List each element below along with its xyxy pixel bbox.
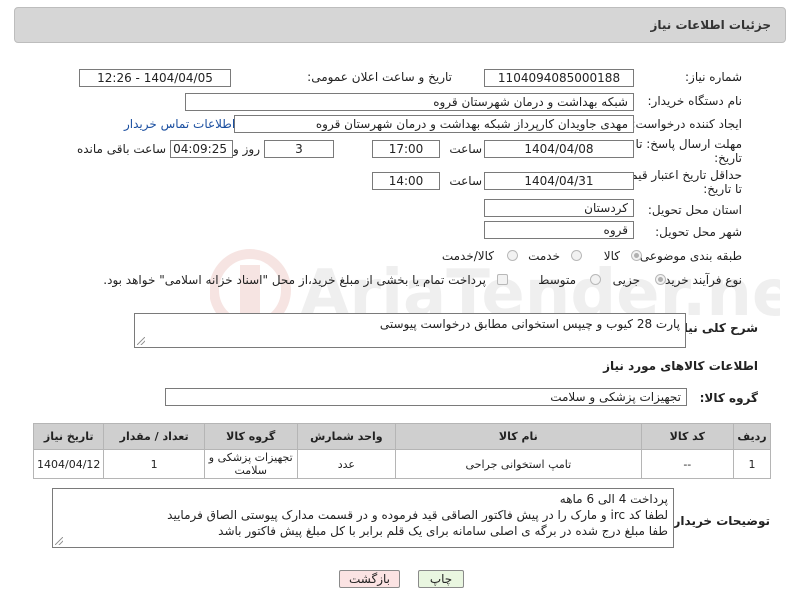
buyer-org-label: نام دستگاه خریدار:: [647, 94, 743, 108]
city-label: شهر محل تحویل:: [655, 225, 742, 239]
cell-row-number: 1: [733, 449, 771, 479]
cell-goods-code: --: [640, 449, 735, 479]
province-field: کردستان: [484, 199, 634, 217]
cell-unit: عدد: [296, 449, 397, 479]
buyer-org-field: شبکه بهداشت و درمان شهرستان قروه: [185, 93, 634, 111]
category-option-service: خدمت: [528, 249, 560, 263]
buyer-notes-line: پرداخت 4 الی 6 ماهه: [559, 492, 668, 506]
deadline-label-line2: تاریخ:: [714, 151, 742, 165]
page-title: جزئیات اطلاعات نیاز: [650, 18, 771, 32]
price-validity-time-label: ساعت: [449, 174, 482, 188]
col-header-unit: واحد شمارش: [296, 423, 397, 450]
process-label: نوع فرآیند خرید :: [657, 273, 742, 287]
process-option-minor: جزیی: [612, 273, 640, 287]
cell-goods-name: تامپ استخوانی جراحی: [395, 449, 642, 479]
category-option-goods-service: کالا/خدمت: [441, 249, 494, 263]
requester-field: مهدی جاویدان کارپرداز شبکه بهداشت و درما…: [234, 115, 634, 133]
cell-quantity: 1: [103, 449, 205, 479]
goods-table-header-row: ردیف کد کالا نام کالا واحد شمارش گروه کا…: [32, 423, 771, 450]
province-label: استان محل تحویل:: [647, 203, 742, 217]
deadline-label-line1: مهلت ارسال پاسخ: تا: [635, 137, 742, 151]
back-button[interactable]: بازگشت: [339, 570, 400, 588]
page-header: جزئیات اطلاعات نیاز: [14, 7, 786, 43]
remaining-days-label: روز و: [233, 142, 260, 156]
price-validity-time-field: 14:00: [372, 172, 440, 190]
buyer-notes-label: توضیحات خریدار:: [668, 514, 770, 528]
need-number-field: 1104094085000188: [484, 69, 634, 87]
category-label: طبقه بندی موضوعی:: [635, 249, 742, 263]
col-header-goods-code: کد کالا: [640, 423, 735, 450]
category-radio-service[interactable]: [571, 250, 582, 261]
deadline-time-label: ساعت: [449, 142, 482, 156]
col-header-quantity: تعداد / مقدار: [103, 423, 205, 450]
goods-section-title: اطلاعات کالاهای مورد نیاز: [603, 359, 758, 373]
general-desc-field: پارت 28 کیوب و چیپس استخوانی مطابق درخوا…: [134, 313, 686, 348]
requester-label: ایجاد کننده درخواست:: [631, 117, 742, 131]
col-header-row-number: ردیف: [733, 423, 771, 450]
print-button[interactable]: چاپ: [418, 570, 464, 588]
need-number-label: شماره نیاز:: [685, 70, 742, 84]
goods-group-label: گروه کالا:: [699, 391, 758, 405]
process-radio-medium[interactable]: [590, 274, 601, 285]
resize-grip-icon[interactable]: [55, 537, 63, 545]
buyer-notes-field: پرداخت 4 الی 6 ماهه لطفا کد irc و مارک ر…: [52, 488, 674, 548]
announce-date-label: تاریخ و ساعت اعلان عمومی:: [307, 70, 452, 84]
goods-group-field: تجهیزات پزشکی و سلامت: [165, 388, 687, 406]
col-header-need-date: تاریخ نیاز: [32, 423, 105, 450]
goods-table: ردیف کد کالا نام کالا واحد شمارش گروه کا…: [32, 423, 771, 479]
buyer-notes-line: لطفا کد irc و مارک را در پیش فاکتور الصا…: [167, 508, 668, 522]
process-radio-minor[interactable]: [655, 274, 666, 285]
remaining-days-field: 3: [264, 140, 334, 158]
announce-date-field: 1404/04/05 - 12:26: [79, 69, 231, 87]
buyer-contact-link[interactable]: اطلاعات تماس خریدار: [124, 117, 235, 131]
deadline-time-field: 17:00: [372, 140, 440, 158]
resize-grip-icon[interactable]: [137, 337, 145, 345]
category-option-goods: کالا: [603, 249, 620, 263]
general-desc-text: پارت 28 کیوب و چیپس استخوانی مطابق درخوا…: [379, 317, 680, 331]
process-option-medium: متوسط: [538, 273, 576, 287]
cell-goods-group: تجهیزات پزشکی و سلامت: [203, 449, 298, 479]
price-validity-label-line1: حداقل تاریخ اعتبار قیمت:: [615, 168, 742, 182]
remaining-time-field: 04:09:25: [170, 140, 233, 158]
category-radio-goods[interactable]: [631, 250, 642, 261]
table-row: 1 -- تامپ استخوانی جراحی عدد تجهیزات پزش…: [32, 449, 771, 479]
buyer-notes-line: طفا مبلغ درج شده در برگه ی اصلی سامانه ب…: [218, 524, 668, 538]
col-header-goods-group: گروه کالا: [203, 423, 298, 450]
col-header-goods-name: نام کالا: [395, 423, 642, 450]
city-field: قروه: [484, 221, 634, 239]
category-radio-goods-service[interactable]: [507, 250, 518, 261]
remaining-time-label: ساعت باقی مانده: [76, 142, 166, 156]
cell-need-date: 1404/04/12: [32, 449, 105, 479]
treasury-payment-note: پرداخت تمام یا بخشی از مبلغ خرید،از محل …: [103, 273, 486, 287]
treasury-checkbox[interactable]: [497, 274, 508, 285]
price-validity-label-line2: تا تاریخ:: [703, 182, 742, 196]
deadline-date-field: 1404/04/08: [484, 140, 634, 158]
price-validity-date-field: 1404/04/31: [484, 172, 634, 190]
